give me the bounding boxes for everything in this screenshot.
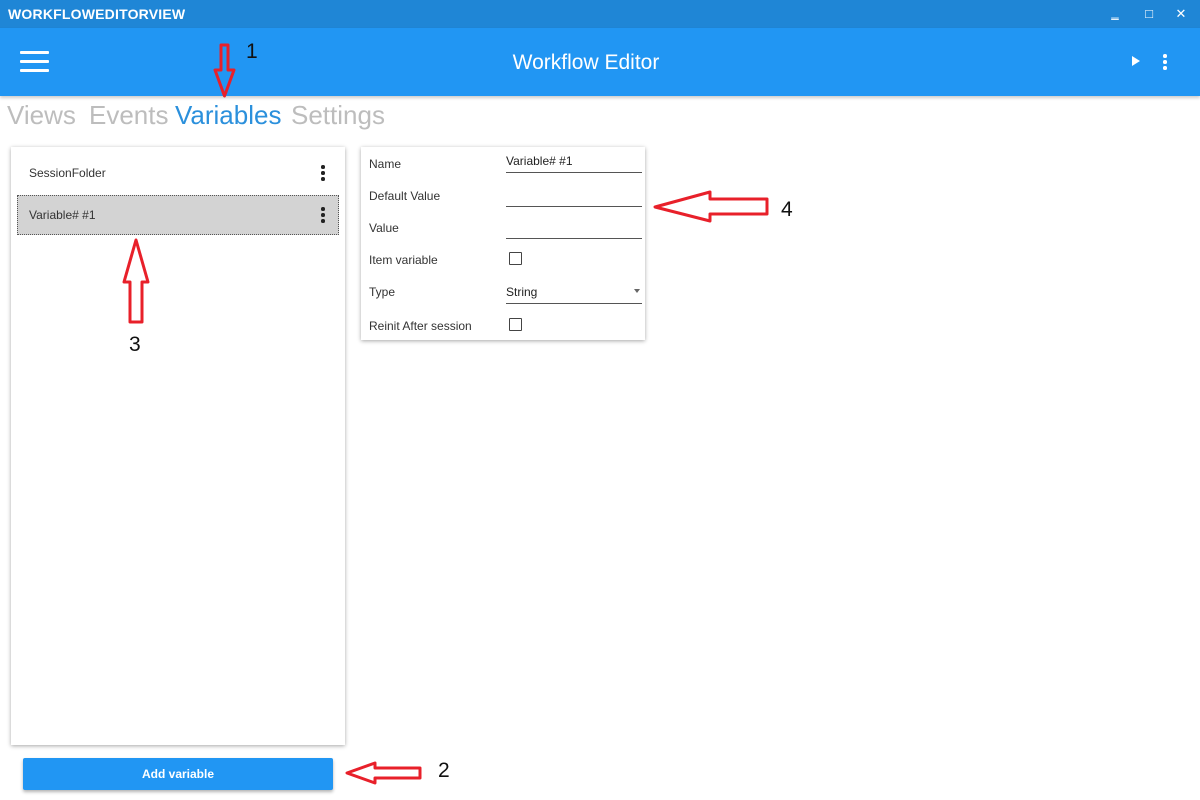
annotation-number-2: 2 — [438, 759, 450, 782]
annotation-arrow-4 — [653, 190, 769, 223]
annotation-arrows — [122, 43, 769, 785]
annotation-arrow-2 — [345, 761, 422, 785]
annotation-arrow-3 — [122, 238, 150, 324]
workflow-editor-window: WORKFLOWEDITORVIEW ‗ □ ✕ Workflow Editor… — [0, 0, 1200, 800]
annotation-number-4: 4 — [781, 198, 793, 221]
annotation-number-1: 1 — [246, 40, 258, 63]
annotation-number-3: 3 — [129, 333, 141, 356]
annotation-arrow-1 — [213, 43, 236, 98]
